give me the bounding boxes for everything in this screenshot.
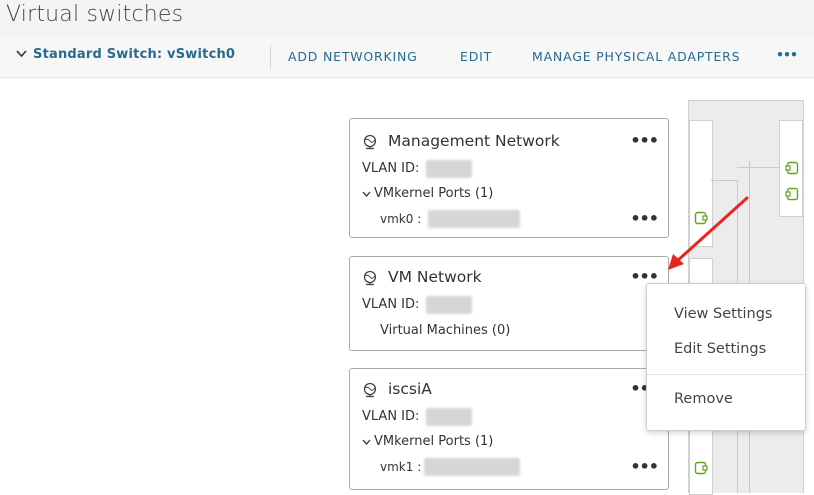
vmkernel-ports-label: VMkernel Ports (1) bbox=[374, 186, 494, 201]
port-group-name: Management Network bbox=[388, 132, 560, 150]
page-header: Virtual switches bbox=[0, 0, 814, 37]
redacted-vlan-id bbox=[426, 408, 472, 426]
port-group-card-vm-network: VM Network ••• VLAN ID: Virtual Machines… bbox=[349, 256, 669, 351]
vmkernel-port-name: vmk0 : bbox=[380, 212, 422, 226]
manage-physical-adapters-button[interactable]: MANAGE PHYSICAL ADAPTERS bbox=[532, 49, 740, 64]
port-strip bbox=[689, 120, 713, 247]
port-group-card-iscsia: iscsiA ••• VLAN ID: VMkernel Ports (1) v… bbox=[349, 368, 669, 490]
chevron-down-icon bbox=[16, 47, 27, 62]
vmkernel-port-name: vmk1 : bbox=[380, 460, 422, 474]
vlan-id-label: VLAN ID: bbox=[362, 161, 420, 176]
vmkernel-port-more-button[interactable]: ••• bbox=[630, 457, 659, 476]
network-globe-icon bbox=[363, 134, 377, 150]
port-group-card-management-network: Management Network ••• VLAN ID: VMkernel… bbox=[349, 118, 669, 238]
redacted-vlan-id bbox=[426, 296, 472, 314]
chevron-down-icon bbox=[362, 435, 371, 448]
redacted-ip-address bbox=[424, 458, 520, 476]
vmkernel-ports-toggle[interactable]: VMkernel Ports (1) bbox=[362, 186, 493, 201]
remove-menu-item[interactable]: Remove bbox=[674, 391, 733, 407]
vlan-id-label: VLAN ID: bbox=[362, 297, 420, 312]
switch-expand-toggle[interactable]: Standard Switch: vSwitch0 bbox=[16, 47, 235, 62]
port-group-more-button[interactable]: ••• bbox=[630, 131, 659, 150]
redacted-ip-address bbox=[428, 210, 520, 228]
port-group-name: VM Network bbox=[388, 268, 482, 286]
physical-adapter-icon bbox=[785, 161, 799, 175]
port-group-context-menu: View Settings Edit Settings Remove bbox=[646, 283, 806, 431]
vmkernel-port-icon bbox=[694, 461, 708, 475]
redacted-vlan-id bbox=[426, 160, 472, 178]
add-networking-button[interactable]: ADD NETWORKING bbox=[288, 49, 418, 64]
edit-button[interactable]: EDIT bbox=[460, 49, 492, 64]
page-title: Virtual switches bbox=[6, 2, 184, 27]
vlan-id-label: VLAN ID: bbox=[362, 409, 420, 424]
vmkernel-ports-label: VMkernel Ports (1) bbox=[374, 434, 494, 449]
network-globe-icon bbox=[363, 270, 377, 286]
port-group-name: iscsiA bbox=[388, 380, 432, 398]
vmkernel-port-icon bbox=[694, 211, 708, 225]
vmkernel-port-more-button[interactable]: ••• bbox=[630, 209, 659, 228]
toolbar-divider bbox=[270, 45, 271, 69]
chevron-down-icon bbox=[362, 187, 371, 200]
view-settings-menu-item[interactable]: View Settings bbox=[674, 306, 773, 322]
physical-adapter-icon bbox=[785, 187, 799, 201]
network-globe-icon bbox=[363, 382, 377, 398]
vmkernel-ports-toggle[interactable]: VMkernel Ports (1) bbox=[362, 434, 493, 449]
more-actions-button[interactable]: ••• bbox=[776, 47, 798, 62]
menu-divider bbox=[647, 374, 805, 375]
virtual-machines-label: Virtual Machines (0) bbox=[380, 323, 511, 338]
edit-settings-menu-item[interactable]: Edit Settings bbox=[674, 341, 766, 357]
switch-name: Standard Switch: vSwitch0 bbox=[33, 47, 236, 62]
switch-toolbar: Standard Switch: vSwitch0 ADD NETWORKING… bbox=[0, 37, 814, 78]
